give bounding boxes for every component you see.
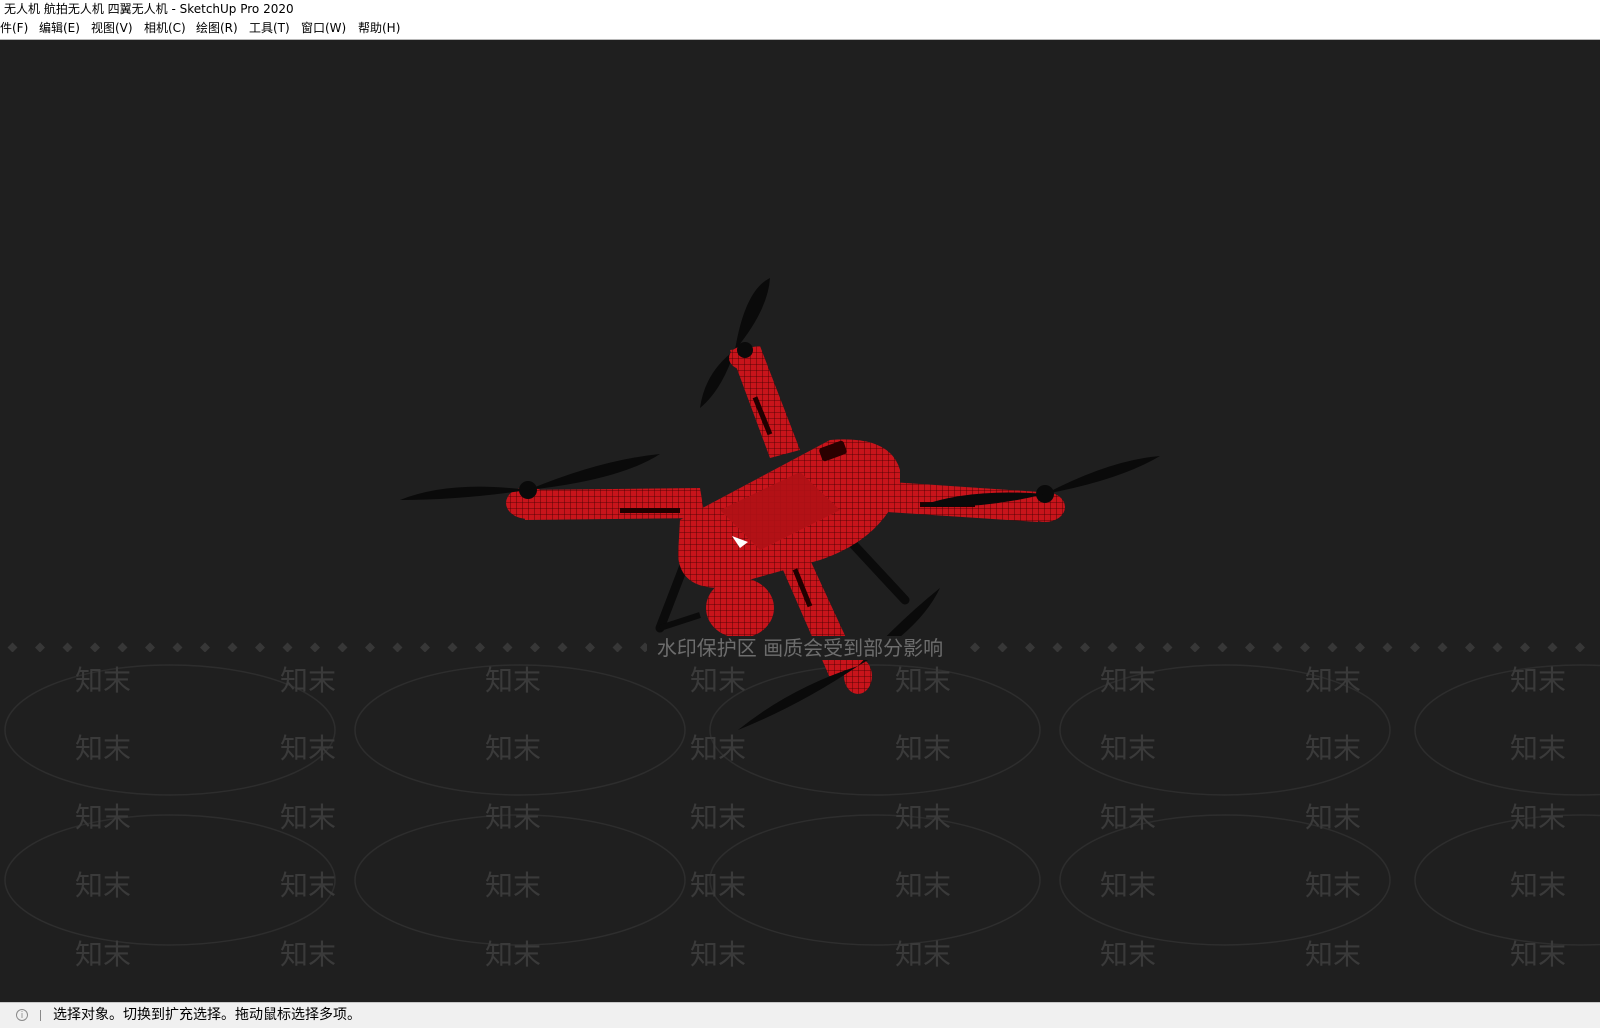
window-title: 无人机 航拍无人机 四翼无人机 - SketchUp Pro 2020 [4, 2, 294, 16]
watermark-logo: 知末 [1510, 732, 1566, 765]
watermark-logo: 知末 [1510, 938, 1566, 971]
watermark-logo: 知末 [895, 938, 951, 971]
watermark-logo: 知末 [895, 664, 951, 697]
window-titlebar: 无人机 航拍无人机 四翼无人机 - SketchUp Pro 2020 [0, 0, 1600, 18]
watermark-logo: 知末 [895, 732, 951, 765]
watermark-logo: 知末 [1510, 869, 1566, 902]
watermark-logo: 知末 [690, 801, 746, 834]
drone-model [400, 278, 1160, 730]
watermark-logo: 知末 [1305, 801, 1361, 834]
watermark-logo: 知末 [485, 938, 541, 971]
scene-svg: 知末 知末 知末 知末 知末 知末 知末 知末知末 知末 知末 知末 知末 知末 知末 知末知末 知末 知末 知末… [0, 278, 1600, 971]
watermark-logo: 知末 [485, 869, 541, 902]
menu-view[interactable]: 视图(V) [91, 18, 133, 39]
status-divider [40, 1010, 41, 1021]
watermark-logo: 知末 [1510, 664, 1566, 697]
watermark-logo: 知末 [690, 732, 746, 765]
watermark-logo: 知末 [485, 801, 541, 834]
watermark-logo: 知末 [1100, 664, 1156, 697]
watermark-logo: 知末 [280, 869, 336, 902]
watermark-logo: 知末 [1100, 801, 1156, 834]
menubar: 件(F) 编辑(E) 视图(V) 相机(C) 绘图(R) 工具(T) 窗口(W)… [0, 18, 1600, 40]
watermark-logo: 知末 [690, 869, 746, 902]
menu-help[interactable]: 帮助(H) [358, 18, 400, 39]
watermark-logo: 知末 [690, 938, 746, 971]
watermark-logo: 知末 [1100, 938, 1156, 971]
menu-camera[interactable]: 相机(C) [144, 18, 186, 39]
menu-draw[interactable]: 绘图(R) [196, 18, 238, 39]
watermark-logo: 知末 [485, 732, 541, 765]
menu-tools[interactable]: 工具(T) [249, 18, 290, 39]
watermark-logo: 知末 [1305, 938, 1361, 971]
watermark-logo: 知末 [75, 801, 131, 834]
watermark-logo: 知末 [690, 664, 746, 697]
watermark-logo: 知末 [1100, 869, 1156, 902]
watermark-logo: 知末 [280, 801, 336, 834]
watermark-logo: 知末 [280, 664, 336, 697]
model-viewport[interactable]: 知末 知末 知末 知末 知末 知末 知末 知末 知末 知末 知末 知末 知末 知末 知末 知末 知末 知末 知末 知末… [0, 40, 1600, 1002]
watermark-logo: 知末 [1305, 732, 1361, 765]
menu-file[interactable]: 件(F) [0, 18, 28, 39]
watermark-logo: 知末 [75, 664, 131, 697]
statusbar: i 选择对象。切换到扩充选择。拖动鼠标选择多项。 [0, 1002, 1600, 1028]
watermark-logo: 知末 [75, 869, 131, 902]
watermark-logo: 知末 [280, 938, 336, 971]
watermark-logo: 知末 [75, 732, 131, 765]
watermark-logo: 知末 [280, 732, 336, 765]
menu-window[interactable]: 窗口(W) [301, 18, 346, 39]
watermark-logo: 知末 [895, 869, 951, 902]
watermark-logo: 知末 [1510, 801, 1566, 834]
info-icon[interactable]: i [16, 1009, 28, 1021]
watermark-logo: 知末 [895, 801, 951, 834]
watermark-logo: 知末 [75, 938, 131, 971]
watermark-logo: 知末 [1305, 869, 1361, 902]
watermark-logo: 知末 [1305, 664, 1361, 697]
watermark-logo: 知末 [1100, 732, 1156, 765]
status-text: 选择对象。切换到扩充选择。拖动鼠标选择多项。 [53, 1007, 361, 1023]
menu-edit[interactable]: 编辑(E) [39, 18, 80, 39]
watermark-logo: 知末 [485, 664, 541, 697]
